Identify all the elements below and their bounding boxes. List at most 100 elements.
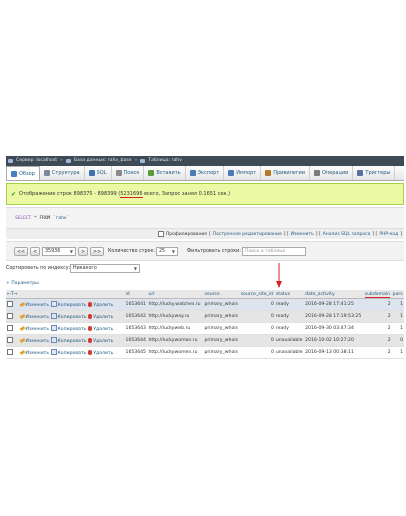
delete-row-button[interactable]: Удалить	[87, 338, 113, 344]
tab-label: Поиск	[123, 170, 140, 176]
database-icon	[65, 159, 71, 163]
tab-export[interactable]: Экспорт	[186, 166, 225, 180]
cell-url: http://luckywomen.ru	[147, 346, 204, 359]
sort-index-label: Сортировать по индексу:	[6, 266, 71, 271]
cell-pars: 1	[391, 346, 404, 359]
copy-row-button[interactable]: Копировать	[50, 313, 86, 320]
tab-import[interactable]: Импорт	[224, 166, 262, 180]
cell-id: 1653642	[124, 310, 148, 323]
edit-row-button[interactable]: Изменить	[19, 325, 49, 332]
edit-row-button[interactable]: Изменить	[19, 349, 49, 356]
breadcrumb-table[interactable]: Таблица: rahv	[148, 156, 182, 166]
tab-label: Вставить	[156, 170, 181, 176]
delete-icon	[87, 338, 93, 343]
column-header-subdomain[interactable]: subdomain	[363, 290, 392, 299]
table-row: Изменить Копировать Удалить 1653643 http:/…	[6, 322, 404, 335]
page-select[interactable]: 35936 ▼	[42, 247, 76, 256]
delete-row-button[interactable]: Удалить	[87, 302, 113, 308]
edit-row-button[interactable]: Изменить	[19, 313, 49, 320]
tab-operations[interactable]: Операции	[310, 166, 354, 180]
filter-rows-label: Фильтровать строки:	[187, 249, 241, 254]
rows-count-select[interactable]: 25 ▼	[156, 247, 178, 256]
next-page-button[interactable]: >	[78, 247, 88, 256]
tab-search[interactable]: Поиск	[112, 166, 145, 180]
filter-rows-input[interactable]: Поиск в таблице	[242, 247, 306, 256]
cell-source-site-id: 0	[239, 298, 275, 311]
column-header-pars[interactable]: pars	[391, 290, 404, 299]
cell-source: primary_whois	[203, 334, 240, 347]
pagination-bar: << < 35936 ▼ > >> Количество строк: 25 ▼ Ф…	[6, 241, 404, 261]
row-checkbox[interactable]	[7, 337, 13, 344]
tab-label: Операции	[321, 170, 349, 176]
prev-page-button[interactable]: <	[30, 247, 40, 256]
sql-query: SELECT * FROM `rahv`	[15, 216, 70, 221]
column-resize-arrows[interactable]: ←T→	[7, 292, 18, 297]
tab-sql[interactable]: SQL	[85, 166, 112, 180]
search-icon	[115, 170, 122, 176]
sort-index-select[interactable]: Никакого ▼	[70, 264, 140, 273]
delete-row-button[interactable]: Удалить	[87, 350, 113, 356]
pencil-icon	[19, 337, 25, 343]
row-checkbox[interactable]	[7, 349, 13, 356]
cell-status: ready	[274, 310, 305, 323]
column-header-date-activity[interactable]: date_activity	[304, 290, 364, 299]
last-page-button[interactable]: >>	[90, 247, 104, 256]
row-select-cell	[6, 334, 19, 347]
sql-query-box: SELECT * FROM `rahv`	[6, 207, 404, 229]
table-row: Изменить Копировать Удалить 1653645 http:/…	[6, 346, 404, 359]
breadcrumb: Сервер: localhost » База данных: rahv_ba…	[6, 156, 404, 166]
cell-id: 1653643	[124, 322, 148, 335]
tab-label: Обзор	[19, 170, 35, 177]
cell-id: 1653644	[124, 334, 148, 347]
row-checkbox[interactable]	[7, 325, 13, 332]
copy-row-button[interactable]: Копировать	[50, 325, 86, 332]
breadcrumb-database[interactable]: База данных: rahv_base	[74, 156, 132, 166]
column-header-status[interactable]: status	[274, 290, 305, 299]
copy-row-button[interactable]: Копировать	[50, 337, 86, 344]
edit-row-button[interactable]: Изменить	[19, 337, 49, 344]
cell-url: http://luckyweb.ru	[147, 322, 204, 335]
column-header-url[interactable]: url	[147, 290, 204, 299]
check-icon: ✔	[11, 190, 17, 198]
profiling-checkbox[interactable]	[157, 231, 164, 237]
total-rows-highlight: 5231696	[120, 191, 143, 198]
tab-triggers[interactable]: Триггеры	[353, 166, 396, 180]
row-checkbox[interactable]	[7, 301, 13, 308]
column-header-id[interactable]: id	[124, 290, 148, 299]
delete-row-button[interactable]: Удалить	[87, 314, 113, 320]
delete-row-button[interactable]: Удалить	[87, 326, 113, 332]
edit-row-button[interactable]: Изменить	[19, 301, 49, 308]
import-icon	[228, 170, 235, 176]
copy-row-button[interactable]: Копировать	[50, 301, 86, 308]
column-header-source[interactable]: source	[203, 290, 240, 299]
options-toggle[interactable]: + Параметры	[6, 281, 39, 286]
results-table: ←T→ id url source source_site_id status …	[6, 290, 404, 359]
pencil-icon	[19, 349, 25, 355]
chevron-down-icon: ▼	[171, 249, 175, 254]
cell-url: http://luckywoman.ru	[147, 334, 204, 347]
explain-sql-link[interactable]: Анализ SQL запроса	[323, 232, 371, 237]
triggers-icon	[357, 170, 364, 176]
row-checkbox[interactable]	[7, 313, 13, 320]
first-page-button[interactable]: <<	[14, 247, 28, 256]
tab-browse[interactable]: Обзор	[6, 166, 40, 180]
copy-icon	[50, 313, 57, 320]
row-select-cell	[6, 346, 19, 359]
cell-source-site-id: 0	[239, 310, 275, 323]
tab-structure[interactable]: Структура	[40, 166, 85, 180]
php-code-link[interactable]: PHP-код	[379, 232, 398, 237]
cell-subdomain: 2	[363, 298, 392, 311]
table-header-row: ←T→ id url source source_site_id status …	[6, 290, 404, 299]
row-actions: Изменить Копировать Удалить	[18, 346, 125, 359]
tab-privileges[interactable]: Привилегии	[261, 166, 310, 180]
edit-query-link[interactable]: Изменить	[291, 232, 314, 237]
inline-edit-link[interactable]: Построчное редактирование	[213, 232, 282, 237]
breadcrumb-server[interactable]: Сервер: localhost	[16, 156, 57, 166]
copy-row-button[interactable]: Копировать	[50, 349, 86, 356]
tab-insert[interactable]: Вставить	[144, 166, 186, 180]
cell-source-site-id: 0	[239, 346, 275, 359]
column-header-source-site-id[interactable]: source_site_id	[239, 290, 275, 299]
breadcrumb-separator: »	[60, 158, 63, 163]
copy-icon	[50, 325, 57, 332]
table-row: Изменить Копировать Удалить 1653641 http:/…	[6, 298, 404, 311]
